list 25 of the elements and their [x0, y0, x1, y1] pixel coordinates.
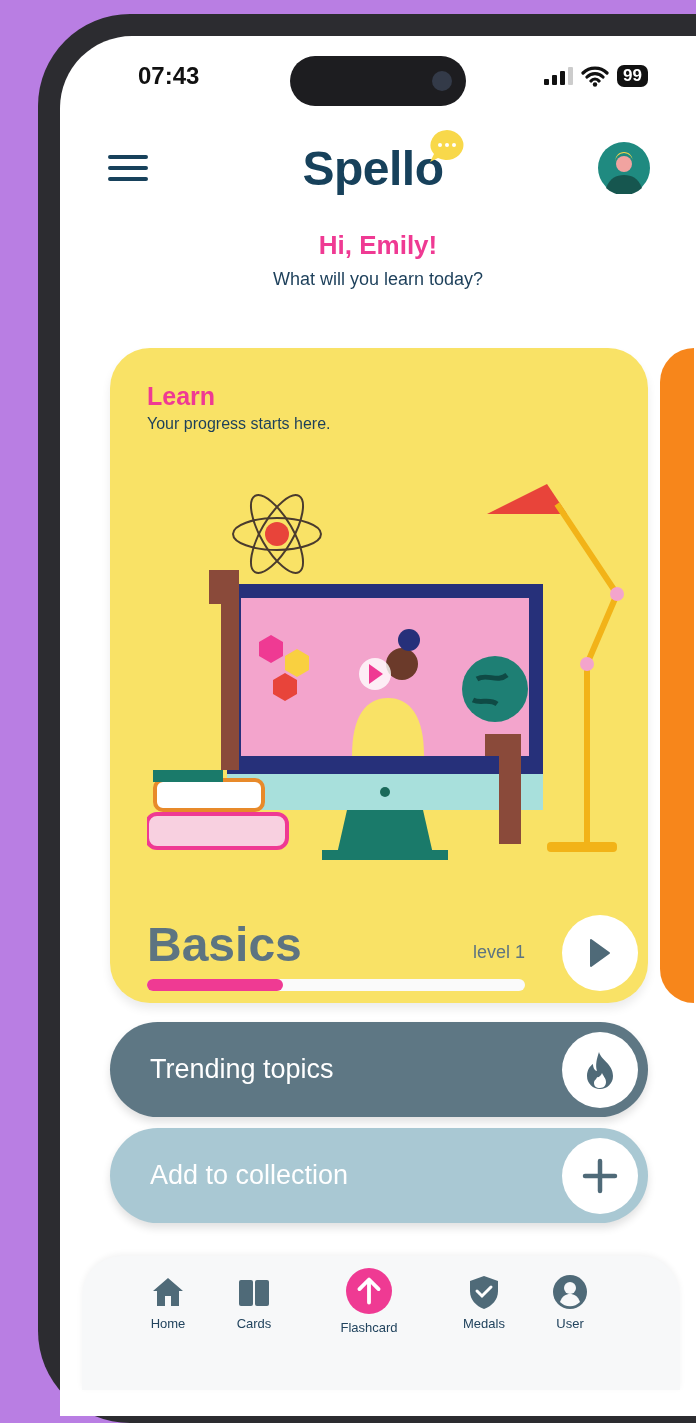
- nav-tab[interactable]: Medals: [454, 1274, 514, 1331]
- camera-icon: [432, 71, 452, 91]
- nav-tab[interactable]: User: [540, 1274, 600, 1331]
- card-title: Learn: [147, 382, 217, 411]
- nav-tab[interactable]: Cards: [224, 1274, 284, 1331]
- nav-tab[interactable]: Flashcard: [334, 1268, 404, 1335]
- upload-icon: [346, 1268, 392, 1314]
- play-icon: [589, 938, 611, 968]
- status-time: 07:43: [138, 62, 200, 90]
- nav-tab[interactable]: Home: [138, 1274, 198, 1331]
- greeting-subtitle: What will you learn today?: [272, 269, 484, 290]
- plus-icon: [582, 1157, 618, 1194]
- greeting-title: Hi, Emily!: [318, 230, 438, 261]
- user-icon: [552, 1274, 588, 1310]
- app-logo: Spello: [302, 140, 444, 196]
- trending-topics-button[interactable]: Trending topics: [110, 1022, 648, 1117]
- course-title: Basics: [147, 921, 302, 969]
- learn-card[interactable]: Learn Your progress starts here. Basics level 1: [110, 348, 648, 1003]
- level-label: level 1: [472, 942, 525, 963]
- wifi-icon: [581, 65, 610, 87]
- signal-icon: [543, 66, 574, 86]
- menu-icon[interactable]: [108, 153, 148, 183]
- avatar-icon[interactable]: [598, 142, 650, 194]
- battery-level: 99: [617, 65, 648, 87]
- card-subtitle: Your progress starts here.: [147, 415, 332, 433]
